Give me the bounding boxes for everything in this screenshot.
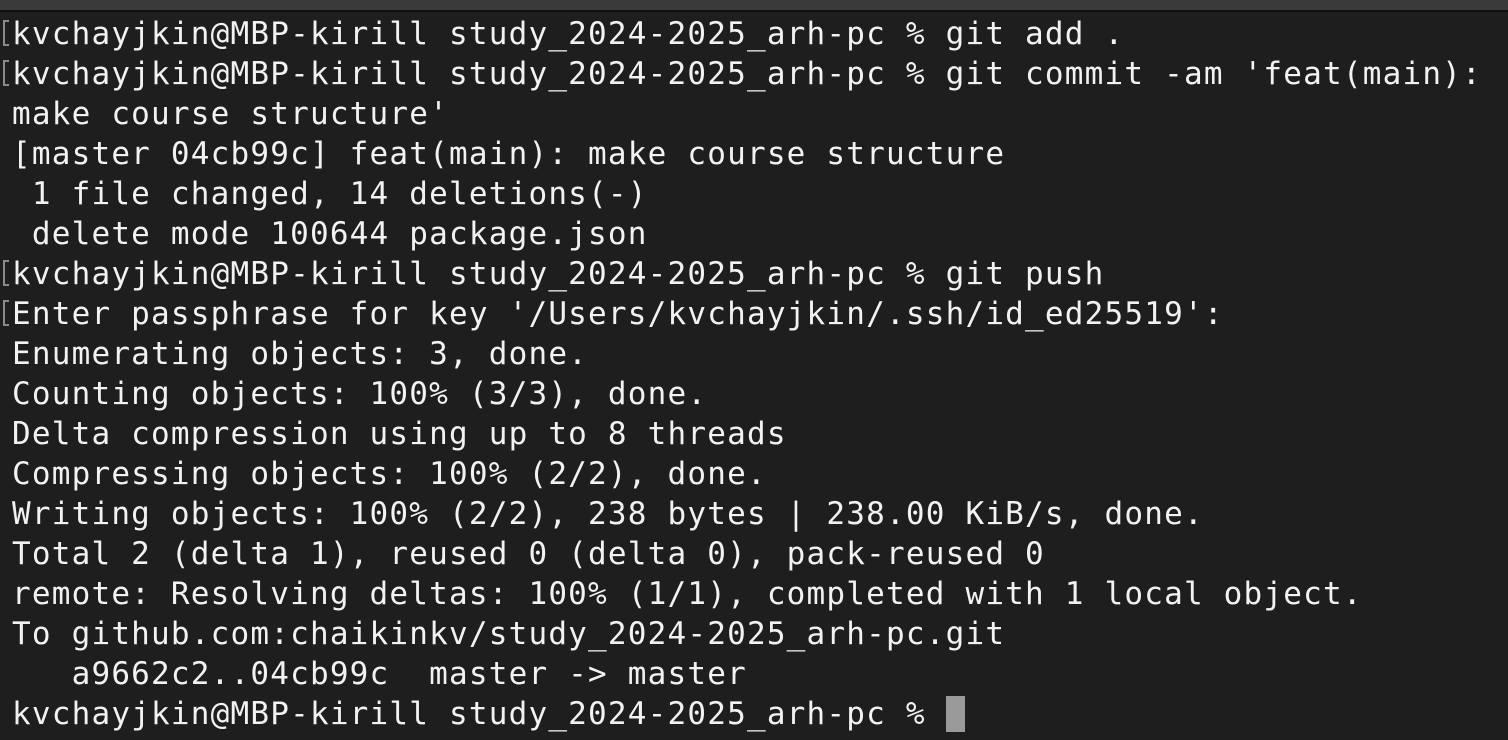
window-divider xyxy=(0,10,1508,12)
terminal-line-text: kvchayjkin@MBP-kirill study_2024-2025_ar… xyxy=(12,256,1105,292)
terminal-line-text: Counting objects: 100% (3/3), done. xyxy=(12,376,708,412)
command-mark-icon xyxy=(3,260,9,286)
terminal-line-text: make course structure' xyxy=(12,96,449,132)
terminal-line: Enter passphrase for key '/Users/kvchayj… xyxy=(3,294,1502,334)
terminal-line: a9662c2..04cb99c master -> master xyxy=(12,654,1502,694)
terminal-output[interactable]: kvchayjkin@MBP-kirill study_2024-2025_ar… xyxy=(3,14,1502,734)
terminal-line: Writing objects: 100% (2/2), 238 bytes |… xyxy=(12,494,1502,534)
terminal-line: remote: Resolving deltas: 100% (1/1), co… xyxy=(12,574,1502,614)
terminal-line-text: a9662c2..04cb99c master -> master xyxy=(12,656,747,692)
terminal-line: kvchayjkin@MBP-kirill study_2024-2025_ar… xyxy=(3,254,1502,294)
text-cursor[interactable] xyxy=(945,696,965,732)
terminal-prompt: kvchayjkin@MBP-kirill study_2024-2025_ar… xyxy=(12,696,946,732)
terminal-line-text: delete mode 100644 package.json xyxy=(12,216,648,252)
terminal-line-text: 1 file changed, 14 deletions(-) xyxy=(12,176,648,212)
terminal-line-text: remote: Resolving deltas: 100% (1/1), co… xyxy=(12,576,1363,612)
terminal-window[interactable]: kvchayjkin@MBP-kirill study_2024-2025_ar… xyxy=(0,0,1508,740)
terminal-line: delete mode 100644 package.json xyxy=(12,214,1502,254)
command-mark-icon xyxy=(3,20,9,46)
terminal-line: kvchayjkin@MBP-kirill study_2024-2025_ar… xyxy=(3,14,1502,54)
terminal-line: Counting objects: 100% (3/3), done. xyxy=(12,374,1502,414)
terminal-line: kvchayjkin@MBP-kirill study_2024-2025_ar… xyxy=(3,54,1502,94)
terminal-line: Enumerating objects: 3, done. xyxy=(12,334,1502,374)
terminal-line-text: Delta compression using up to 8 threads xyxy=(12,416,787,452)
terminal-line-text: Total 2 (delta 1), reused 0 (delta 0), p… xyxy=(12,536,1045,572)
terminal-line: 1 file changed, 14 deletions(-) xyxy=(12,174,1502,214)
terminal-line: Compressing objects: 100% (2/2), done. xyxy=(12,454,1502,494)
terminal-line-text: [master 04cb99c] feat(main): make course… xyxy=(12,136,1006,172)
terminal-line-text: To github.com:chaikinkv/study_2024-2025_… xyxy=(12,616,1006,652)
terminal-line-text: kvchayjkin@MBP-kirill study_2024-2025_ar… xyxy=(12,16,1125,52)
terminal-line-text: Compressing objects: 100% (2/2), done. xyxy=(12,456,767,492)
terminal-line-text: kvchayjkin@MBP-kirill study_2024-2025_ar… xyxy=(12,56,1482,92)
terminal-line: Total 2 (delta 1), reused 0 (delta 0), p… xyxy=(12,534,1502,574)
terminal-line: Delta compression using up to 8 threads xyxy=(12,414,1502,454)
window-top-edge xyxy=(0,0,1508,10)
terminal-prompt-line[interactable]: kvchayjkin@MBP-kirill study_2024-2025_ar… xyxy=(12,694,1502,734)
terminal-line: [master 04cb99c] feat(main): make course… xyxy=(12,134,1502,174)
terminal-line-text: Enumerating objects: 3, done. xyxy=(12,336,589,372)
terminal-line: To github.com:chaikinkv/study_2024-2025_… xyxy=(12,614,1502,654)
terminal-line: make course structure' xyxy=(12,94,1502,134)
terminal-line-text: Writing objects: 100% (2/2), 238 bytes |… xyxy=(12,496,1204,532)
terminal-line-text: Enter passphrase for key '/Users/kvchayj… xyxy=(12,296,1224,332)
command-mark-icon xyxy=(3,300,9,326)
command-mark-icon xyxy=(3,60,9,86)
